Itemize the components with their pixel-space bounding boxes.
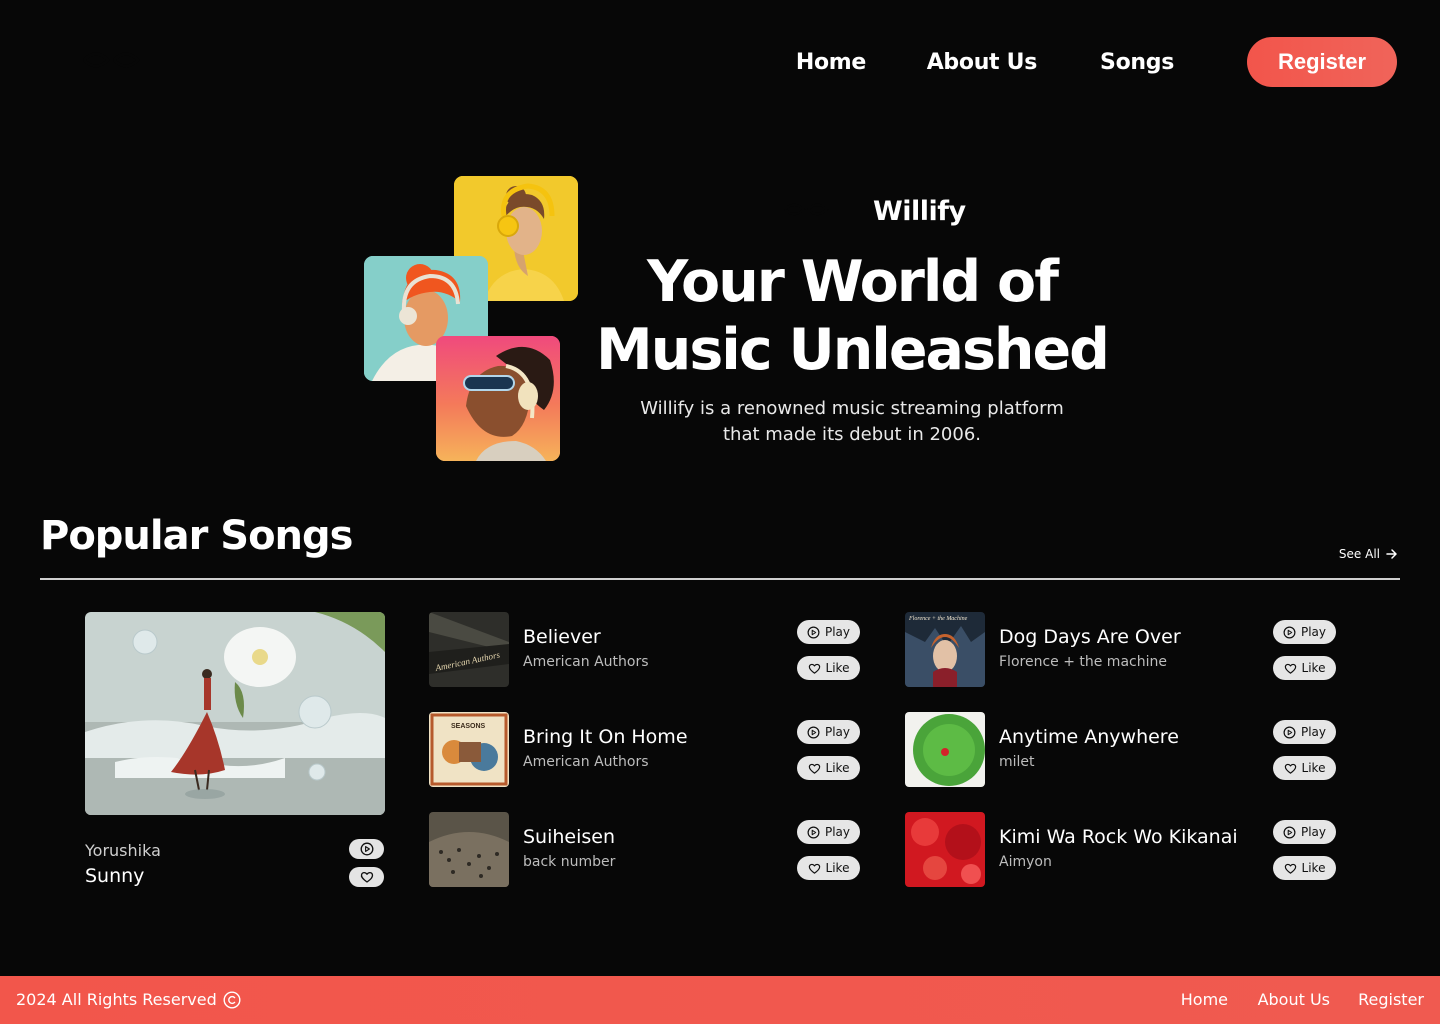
featured-song-cover[interactable]: [85, 612, 385, 815]
like-button[interactable]: Like: [797, 856, 860, 880]
song-cover-dog-days-are-over: Florence + the Machine: [905, 612, 985, 687]
like-label: Like: [825, 661, 850, 675]
popular-songs-title: Popular Songs: [40, 513, 353, 559]
song-item[interactable]: Suiheisen back number Play Like: [429, 812, 869, 888]
song-title: Anytime Anywhere: [999, 726, 1179, 748]
play-circle-icon: [807, 626, 820, 638]
like-label: Like: [1301, 761, 1326, 775]
featured-like-button[interactable]: [349, 867, 384, 887]
play-label: Play: [1300, 725, 1327, 739]
play-button[interactable]: Play: [797, 820, 860, 844]
song-item[interactable]: American Authors Believer American Autho…: [429, 612, 869, 688]
logo-waveform-icon[interactable]: [40, 34, 185, 90]
heart-icon: [360, 871, 373, 883]
see-all-link[interactable]: See All: [1339, 547, 1398, 561]
song-item[interactable]: Kimi Wa Rock Wo Kikanai Aimyon Play Like: [905, 812, 1345, 888]
play-button[interactable]: Play: [797, 720, 860, 744]
play-button[interactable]: Play: [1273, 820, 1336, 844]
hero-image-man-sunglasses: [436, 336, 560, 461]
play-circle-icon: [360, 842, 373, 856]
copyright: 2024 All Rights Reserved: [16, 990, 241, 1009]
play-circle-icon: [807, 826, 820, 838]
main-nav: Home About Us Songs Register: [697, 37, 1397, 87]
song-title: Bring It On Home: [523, 726, 688, 748]
brand-waveform-icon: [751, 191, 860, 231]
arrow-right-icon: [1386, 549, 1397, 559]
like-label: Like: [825, 761, 850, 775]
song-cover-bring-it-on-home: SEASONS: [429, 712, 509, 787]
play-circle-icon: [807, 726, 820, 738]
play-label: Play: [824, 825, 851, 839]
hero-title-line-2: Music Unleashed: [596, 317, 1110, 383]
featured-song-title: Sunny: [85, 865, 145, 887]
svg-text:Florence + the Machine: Florence + the Machine: [908, 616, 968, 622]
heart-icon: [808, 663, 820, 674]
hero-subtitle-line-2: that made its debut in 2006.: [723, 424, 981, 445]
copyright-icon: [223, 990, 241, 1009]
song-cover-believer: American Authors: [429, 612, 509, 687]
heart-icon: [1284, 763, 1296, 774]
hero-title-line-1: Your World of: [647, 249, 1059, 315]
song-cover-suiheisen: [429, 812, 509, 887]
nav-about-link[interactable]: About Us: [927, 50, 1038, 75]
song-artist: American Authors: [523, 754, 649, 770]
song-title: Suiheisen: [523, 826, 616, 848]
featured-play-button[interactable]: [349, 839, 384, 859]
register-button[interactable]: Register: [1247, 37, 1397, 87]
heart-icon: [1284, 863, 1296, 874]
song-cover-anytime-anywhere: [905, 712, 985, 787]
song-item[interactable]: Anytime Anywhere milet Play Like: [905, 712, 1345, 788]
hero-subtitle: Willify is a renowned music streaming pl…: [600, 396, 1104, 448]
play-circle-icon: [1283, 626, 1296, 638]
like-label: Like: [1301, 661, 1326, 675]
like-button[interactable]: Like: [1273, 756, 1336, 780]
featured-song-artist: Yorushika: [85, 841, 161, 860]
hero-subtitle-line-1: Willify is a renowned music streaming pl…: [640, 398, 1064, 419]
song-artist: milet: [999, 754, 1035, 770]
heart-icon: [1284, 663, 1296, 674]
song-title: Dog Days Are Over: [999, 626, 1181, 648]
hero-brand: Willify: [751, 189, 966, 233]
brand-name: Willify: [873, 195, 966, 227]
copyright-text: 2024 All Rights Reserved: [16, 990, 217, 1009]
heart-icon: [808, 763, 820, 774]
footer: 2024 All Rights Reserved Home About Us R…: [0, 976, 1440, 1024]
like-label: Like: [1301, 861, 1326, 875]
play-button[interactable]: Play: [1273, 620, 1336, 644]
play-button[interactable]: Play: [797, 620, 860, 644]
footer-home-link[interactable]: Home: [1181, 990, 1228, 1009]
svg-text:SEASONS: SEASONS: [451, 723, 486, 730]
like-button[interactable]: Like: [797, 756, 860, 780]
like-label: Like: [825, 861, 850, 875]
nav-songs-link[interactable]: Songs: [1100, 50, 1174, 75]
play-circle-icon: [1283, 726, 1296, 738]
song-artist: Aimyon: [999, 854, 1052, 870]
hero-title: Your World of Music Unleashed: [560, 248, 1144, 384]
song-artist: American Authors: [523, 654, 649, 670]
like-button[interactable]: Like: [1273, 856, 1336, 880]
nav-home-link[interactable]: Home: [796, 50, 866, 75]
song-title: Believer: [523, 626, 601, 648]
heart-icon: [808, 863, 820, 874]
footer-about-link[interactable]: About Us: [1258, 990, 1330, 1009]
section-divider: [40, 578, 1400, 580]
song-item[interactable]: SEASONS Bring It On Home American Author…: [429, 712, 869, 788]
like-button[interactable]: Like: [797, 656, 860, 680]
see-all-label: See All: [1338, 547, 1380, 561]
song-artist: back number: [523, 854, 616, 870]
play-label: Play: [824, 625, 851, 639]
song-cover-kimi-wa-rock-wo-kikanai: [905, 812, 985, 887]
song-item[interactable]: Florence + the Machine Dog Days Are Over…: [905, 612, 1345, 688]
footer-register-link[interactable]: Register: [1358, 990, 1424, 1009]
like-button[interactable]: Like: [1273, 656, 1336, 680]
play-circle-icon: [1283, 826, 1296, 838]
play-label: Play: [1300, 825, 1327, 839]
play-button[interactable]: Play: [1273, 720, 1336, 744]
play-label: Play: [824, 725, 851, 739]
play-label: Play: [1300, 625, 1327, 639]
song-title: Kimi Wa Rock Wo Kikanai: [999, 826, 1238, 848]
song-artist: Florence + the machine: [999, 654, 1167, 670]
